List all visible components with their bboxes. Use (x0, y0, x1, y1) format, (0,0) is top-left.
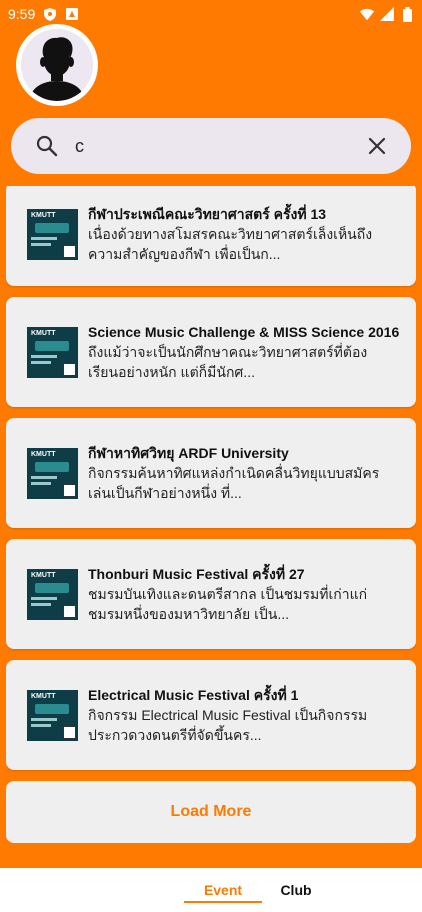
thumbnail-label: KMUTT (31, 450, 56, 458)
event-title: กีฬาประเพณีคณะวิทยาศาสตร์ ครั้งที่ 13 (88, 206, 327, 222)
event-thumbnail: KMUTT (27, 447, 78, 499)
event-card[interactable]: KMUTT Thonburi Music Festival ครั้งที่ 2… (6, 539, 416, 649)
wifi-icon (360, 7, 374, 21)
event-card[interactable]: KMUTT กีฬาหาทิศวิทยุ ARDF University กิจ… (6, 418, 416, 528)
qr-code-icon (63, 604, 76, 618)
qr-code-icon (63, 725, 76, 739)
event-title: กีฬาหาทิศวิทยุ ARDF University (88, 445, 289, 461)
event-thumbnail: KMUTT (27, 689, 78, 741)
tab-event-label: Event (203, 882, 243, 898)
event-description: กิจกรรมค้นหาทิศแหล่งกำเนิดคลื่นวิทยุแบบส… (88, 465, 380, 501)
search-bar (11, 118, 411, 174)
app-status-icon (65, 7, 79, 21)
avatar[interactable] (16, 24, 98, 106)
qr-code-icon (63, 244, 76, 258)
event-title: Science Music Challenge & MISS Science 2… (88, 324, 400, 340)
bottom-nav: Event Club (0, 868, 422, 912)
search-input[interactable] (75, 135, 365, 157)
status-time: 9:59 (8, 6, 36, 22)
event-title: Electrical Music Festival ครั้งที่ 1 (88, 687, 299, 703)
event-list: KMUTT กีฬาประเพณีคณะวิทยาศาสตร์ ครั้งที่… (6, 186, 416, 866)
close-icon[interactable] (365, 134, 389, 158)
event-card[interactable]: KMUTT Science Music Challenge & MISS Sci… (6, 297, 416, 407)
event-card[interactable]: KMUTT Electrical Music Festival ครั้งที่… (6, 660, 416, 770)
qr-code-icon (63, 483, 76, 497)
person-avatar-icon (21, 29, 93, 101)
event-description: ถึงแม้ว่าจะเป็นนักศึกษาคณะวิทยาศาสตร์ที่… (88, 344, 368, 380)
shield-status-icon (43, 7, 57, 21)
event-thumbnail: KMUTT (27, 326, 78, 378)
load-more-button[interactable]: Load More (6, 781, 416, 843)
tab-club-label: Club (280, 882, 312, 898)
event-title: Thonburi Music Festival ครั้งที่ 27 (88, 566, 305, 582)
tab-active-indicator (184, 901, 262, 903)
event-description: กิจกรรม Electrical Music Festival เป็นกิ… (88, 707, 368, 743)
event-card[interactable]: KMUTT กีฬาประเพณีคณะวิทยาศาสตร์ ครั้งที่… (6, 186, 416, 286)
event-description: ชมรมบันเทิงและดนตรีสากล เป็นชมรมที่เก่าแ… (88, 586, 368, 622)
qr-code-icon (63, 362, 76, 376)
tab-club[interactable]: Club (266, 868, 326, 898)
thumbnail-label: KMUTT (31, 571, 56, 579)
battery-icon (400, 6, 414, 22)
thumbnail-label: KMUTT (31, 329, 56, 337)
event-description: เนื่องด้วยทางสโมสรคณะวิทยาศาสตร์เล็งเห็น… (88, 226, 373, 262)
event-thumbnail: KMUTT (27, 208, 78, 260)
thumbnail-label: KMUTT (31, 692, 56, 700)
signal-icon (380, 7, 394, 21)
tab-event[interactable]: Event (184, 868, 262, 903)
event-thumbnail: KMUTT (27, 568, 78, 620)
search-icon[interactable] (35, 134, 59, 158)
thumbnail-label: KMUTT (31, 211, 56, 219)
